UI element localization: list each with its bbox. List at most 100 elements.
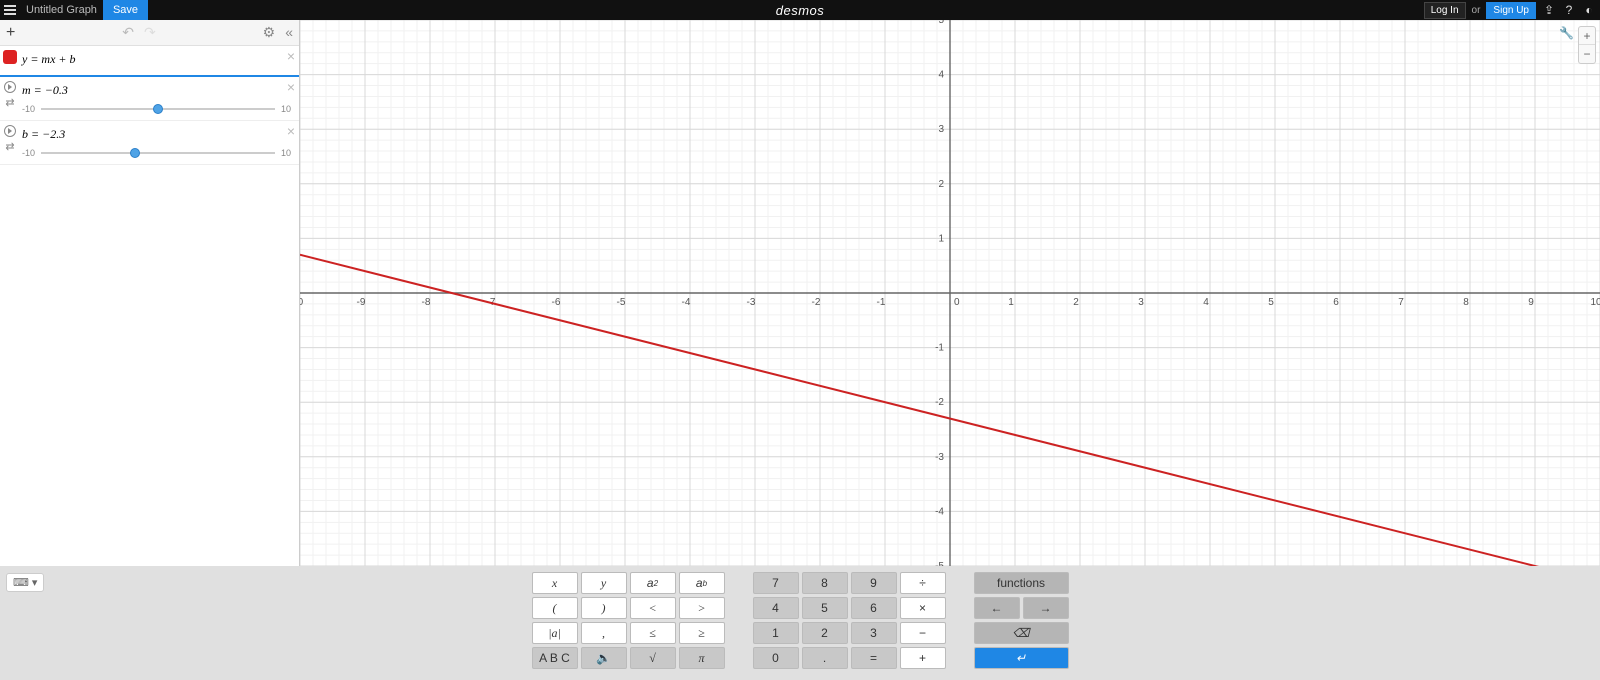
add-expression-button[interactable]: +: [6, 24, 15, 42]
key-arrow-right[interactable]: →: [1023, 597, 1069, 619]
key-5[interactable]: 5: [802, 597, 848, 619]
accessibility-icon[interactable]: ◐: [1582, 3, 1596, 17]
redo-icon[interactable]: ↷: [144, 24, 156, 41]
svg-text:1: 1: [1008, 297, 1014, 308]
or-label: or: [1472, 5, 1481, 16]
slider-m-max[interactable]: 10: [281, 104, 291, 114]
key-[interactable]: >: [679, 597, 725, 619]
svg-text:-10: -10: [300, 297, 304, 308]
key-[interactable]: 🔈: [581, 647, 627, 669]
key-.[interactable]: .: [802, 647, 848, 669]
key-[interactable]: √: [630, 647, 676, 669]
collapse-panel-icon[interactable]: «: [285, 24, 293, 41]
app-header: Untitled Graph Save desmos Log In or Sig…: [0, 0, 1600, 20]
key-9[interactable]: 9: [851, 572, 897, 594]
delete-expression-icon[interactable]: ×: [287, 48, 295, 64]
graph-title[interactable]: Untitled Graph: [20, 4, 103, 16]
key-y[interactable]: y: [581, 572, 627, 594]
graph-svg[interactable]: -10-9-8-7-6-5-4-3-2-1012345678910-5-4-3-…: [300, 20, 1600, 566]
key-+[interactable]: +: [900, 647, 946, 669]
share-icon[interactable]: ⇪: [1542, 3, 1556, 17]
key-[interactable]: π: [679, 647, 725, 669]
slider-b-track[interactable]: [41, 152, 275, 154]
slider-options-icon[interactable]: ⇄: [2, 140, 18, 153]
slider-options-icon[interactable]: ⇄: [2, 96, 18, 109]
svg-text:-2: -2: [812, 297, 821, 308]
hamburger-menu-icon[interactable]: [0, 0, 20, 20]
key-[interactable]: ,: [581, 622, 627, 644]
key-x[interactable]: x: [532, 572, 578, 594]
key-a[interactable]: ab: [679, 572, 725, 594]
svg-text:-6: -6: [552, 297, 561, 308]
zoom-in-button[interactable]: +: [1579, 27, 1595, 45]
key-1[interactable]: 1: [753, 622, 799, 644]
key-=[interactable]: =: [851, 647, 897, 669]
key-6[interactable]: 6: [851, 597, 897, 619]
key-×[interactable]: ×: [900, 597, 946, 619]
svg-text:-5: -5: [935, 561, 944, 566]
undo-icon[interactable]: ↶: [122, 24, 134, 41]
expression-text[interactable]: y = mx + b: [22, 52, 76, 66]
settings-gear-icon[interactable]: ⚙: [263, 24, 276, 41]
play-slider-icon[interactable]: [4, 125, 16, 137]
expression-panel: + ↶ ↷ ⚙ « y = mx + b × ⇄ m = −0.3: [0, 20, 300, 566]
slider-m-knob[interactable]: [153, 104, 163, 114]
key-arrow-left[interactable]: ←: [974, 597, 1020, 619]
key-a[interactable]: |a|: [532, 622, 578, 644]
key-backspace[interactable]: ⌫: [974, 622, 1069, 644]
slider-b-label[interactable]: b = −2.3: [22, 127, 65, 141]
key-[interactable]: ≥: [679, 622, 725, 644]
key-[interactable]: ≤: [630, 622, 676, 644]
key-enter[interactable]: ↵: [974, 647, 1069, 669]
key-÷[interactable]: ÷: [900, 572, 946, 594]
slider-b-min[interactable]: -10: [22, 148, 35, 158]
slider-m-min[interactable]: -10: [22, 104, 35, 114]
expression-row-slider-m[interactable]: ⇄ m = −0.3 × -10 10: [0, 77, 299, 121]
play-slider-icon[interactable]: [4, 81, 16, 93]
on-screen-keyboard: xya2ab ()<> |a|,≤≥ A B C🔈√π 789÷ 456× 123− 0.=…: [0, 566, 1600, 680]
keypad-group-nav: functions ← → ⌫ ↵: [974, 572, 1069, 669]
desmos-logo: desmos: [776, 3, 825, 18]
key-[interactable]: ): [581, 597, 627, 619]
expression-row-slider-b[interactable]: ⇄ b = −2.3 × -10 10: [0, 121, 299, 165]
key-a[interactable]: a2: [630, 572, 676, 594]
svg-text:-3: -3: [935, 452, 944, 463]
svg-text:-9: -9: [357, 297, 366, 308]
key-3[interactable]: 3: [851, 622, 897, 644]
svg-text:4: 4: [1203, 297, 1209, 308]
slider-m-label[interactable]: m = −0.3: [22, 83, 68, 97]
key-−[interactable]: −: [900, 622, 946, 644]
key-0[interactable]: 0: [753, 647, 799, 669]
delete-slider-b-icon[interactable]: ×: [287, 123, 295, 139]
key-ABC[interactable]: A B C: [532, 647, 578, 669]
key-functions[interactable]: functions: [974, 572, 1069, 594]
key-8[interactable]: 8: [802, 572, 848, 594]
key-7[interactable]: 7: [753, 572, 799, 594]
svg-text:10: 10: [1590, 297, 1600, 308]
graph-settings-icon[interactable]: 🔧: [1559, 26, 1574, 40]
help-icon[interactable]: ?: [1562, 3, 1576, 17]
key-[interactable]: <: [630, 597, 676, 619]
keyboard-toggle-button[interactable]: ⌨ ▾: [6, 573, 44, 592]
svg-text:5: 5: [1268, 297, 1274, 308]
svg-text:9: 9: [1528, 297, 1534, 308]
expression-row-equation[interactable]: y = mx + b ×: [0, 46, 299, 77]
key-2[interactable]: 2: [802, 622, 848, 644]
slider-b-max[interactable]: 10: [281, 148, 291, 158]
svg-text:1: 1: [938, 233, 944, 244]
svg-text:3: 3: [938, 124, 944, 135]
svg-text:-3: -3: [747, 297, 756, 308]
slider-b-knob[interactable]: [130, 148, 140, 158]
svg-text:7: 7: [1398, 297, 1404, 308]
line-color-swatch[interactable]: [3, 50, 17, 64]
save-button[interactable]: Save: [103, 0, 148, 20]
slider-m-track[interactable]: [41, 108, 275, 110]
zoom-out-button[interactable]: −: [1579, 45, 1595, 63]
login-button[interactable]: Log In: [1424, 2, 1466, 19]
graph-canvas[interactable]: -10-9-8-7-6-5-4-3-2-1012345678910-5-4-3-…: [300, 20, 1600, 566]
expression-list: y = mx + b × ⇄ m = −0.3 × -10 10: [0, 46, 299, 566]
delete-slider-m-icon[interactable]: ×: [287, 79, 295, 95]
key-[interactable]: (: [532, 597, 578, 619]
key-4[interactable]: 4: [753, 597, 799, 619]
signup-button[interactable]: Sign Up: [1486, 2, 1536, 19]
